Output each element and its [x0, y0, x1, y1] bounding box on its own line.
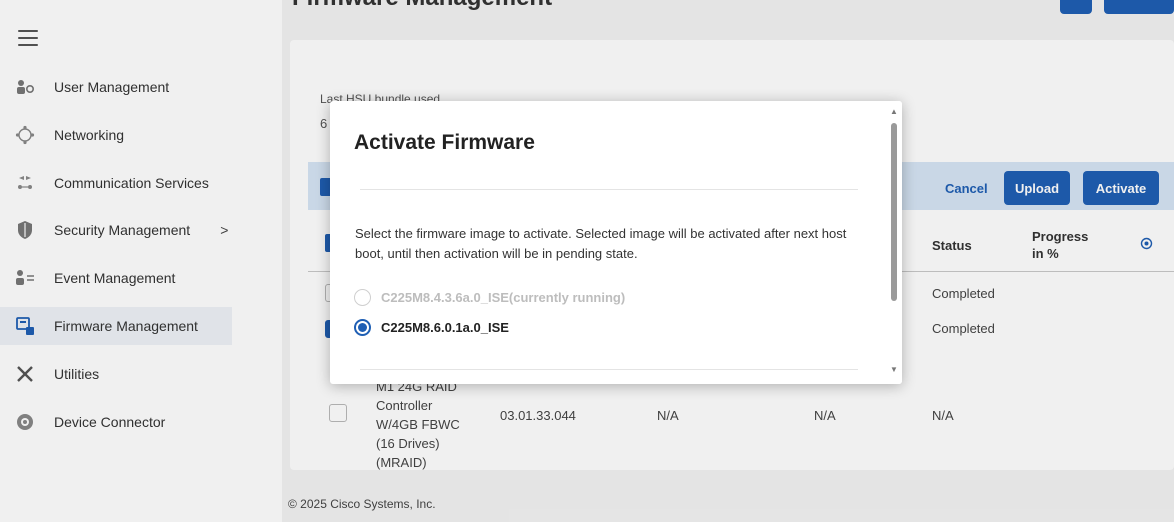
activate-firmware-dialog: Activate Firmware Select the firmware im… [330, 101, 902, 384]
firmware-option-label: C225M8.6.0.1a.0_ISE [381, 320, 509, 335]
dialog-divider-bottom [360, 369, 858, 370]
dialog-title: Activate Firmware [354, 131, 535, 154]
radio-button-selected[interactable] [354, 319, 371, 336]
dialog-scrollbar[interactable]: ▲ ▼ [886, 101, 902, 384]
radio-button-disabled [354, 289, 371, 306]
scroll-up-arrow-icon[interactable]: ▲ [890, 107, 898, 116]
firmware-option-label: C225M8.4.3.6a.0_ISE(currently running) [381, 290, 626, 305]
dialog-description: Select the firmware image to activate. S… [355, 226, 847, 261]
scroll-down-arrow-icon[interactable]: ▼ [890, 365, 898, 374]
dialog-divider [360, 189, 858, 190]
firmware-option-new[interactable]: C225M8.6.0.1a.0_ISE [354, 319, 509, 336]
scrollbar-thumb[interactable] [891, 123, 897, 301]
firmware-option-current: C225M8.4.3.6a.0_ISE(currently running) [354, 289, 625, 306]
